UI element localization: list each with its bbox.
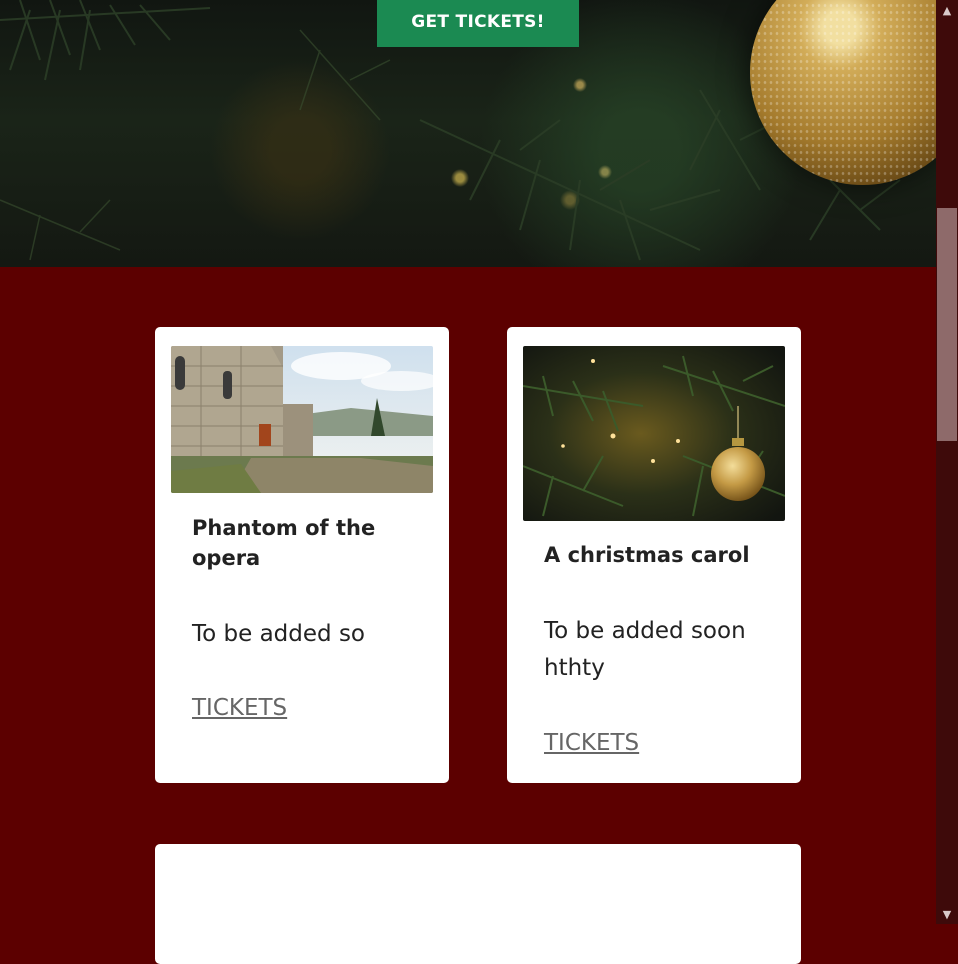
chevron-down-icon[interactable]: ▼ — [936, 904, 958, 924]
card-title: Phantom of the opera — [192, 516, 376, 570]
christmas-ornament-image — [523, 346, 785, 521]
event-card — [155, 844, 801, 964]
hero-banner: GET TICKETS! — [0, 0, 936, 267]
tickets-link[interactable]: TICKETS — [192, 695, 287, 721]
event-card: Phantom of the opera To be added so TICK… — [155, 327, 449, 783]
card-description: To be added soon hthty — [544, 618, 746, 681]
chevron-up-icon[interactable]: ▲ — [936, 0, 958, 20]
get-tickets-button[interactable]: GET TICKETS! — [377, 0, 579, 47]
scrollbar-thumb[interactable] — [937, 208, 957, 441]
card-image-building-ruins — [171, 346, 433, 493]
card-image-christmas-ornament — [523, 346, 785, 521]
page-scrollbar[interactable]: ▲ ▼ — [936, 0, 958, 924]
card-title: A christmas carol — [544, 543, 750, 567]
tickets-link[interactable]: TICKETS — [544, 730, 639, 756]
building-ruins-image — [171, 346, 433, 493]
event-card: A christmas carol To be added soon hthty… — [507, 327, 801, 783]
card-description: To be added so — [192, 621, 365, 647]
